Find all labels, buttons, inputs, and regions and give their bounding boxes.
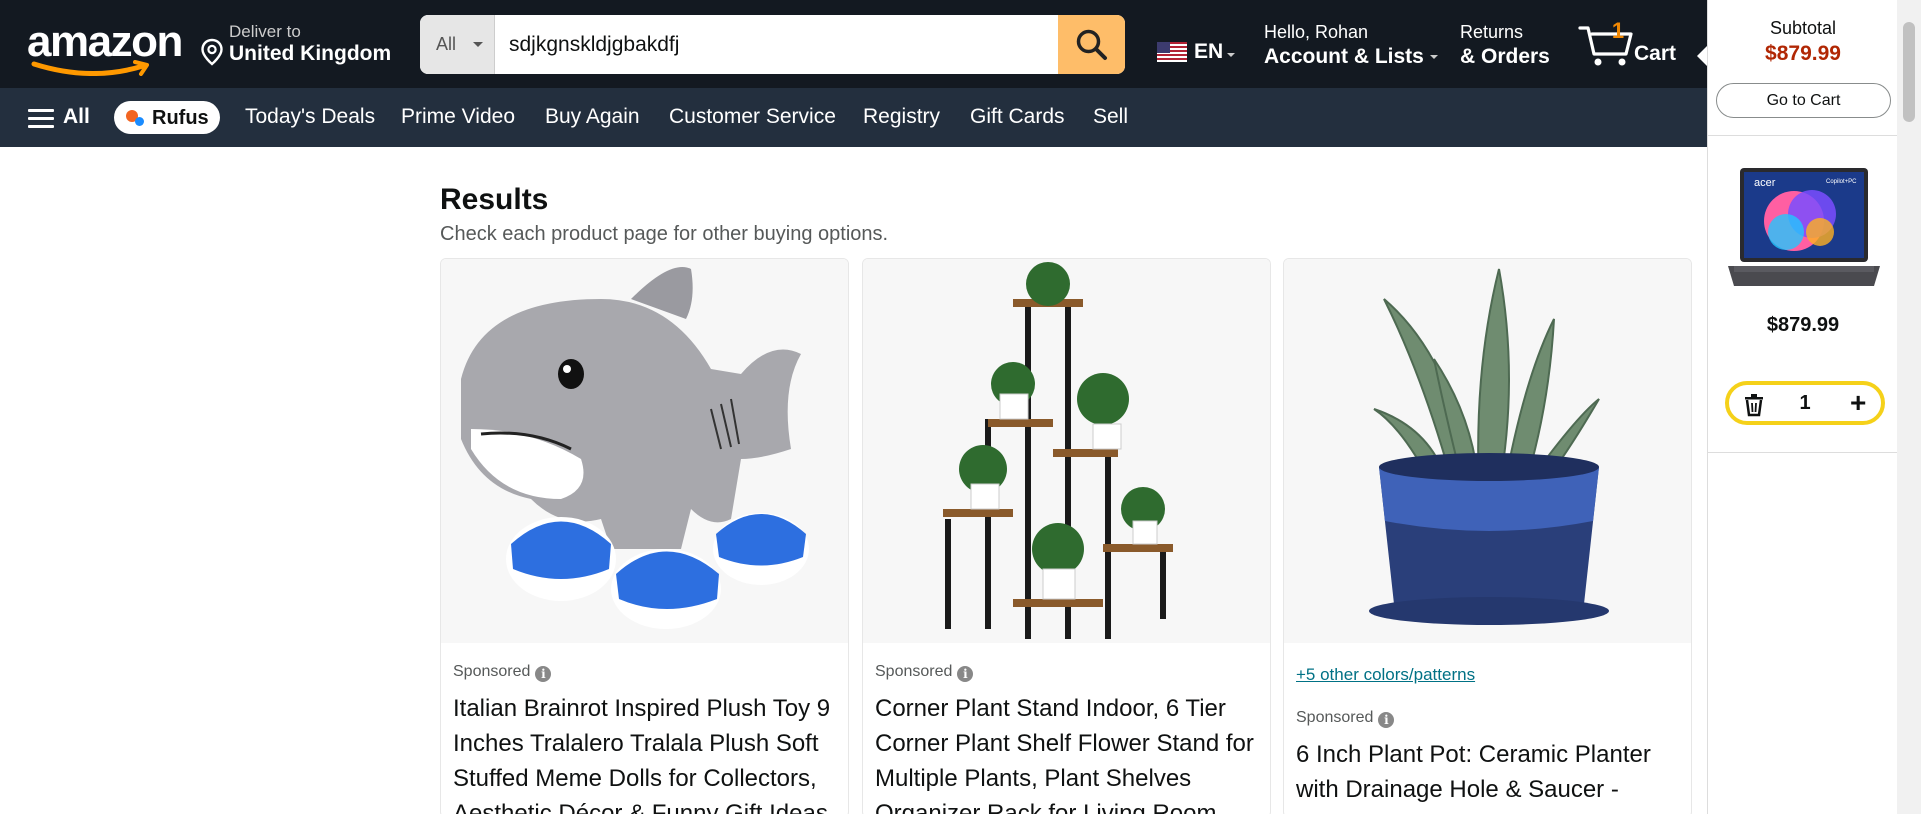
- scrollbar-thumb[interactable]: [1903, 22, 1915, 122]
- laptop-brand: acer: [1754, 177, 1776, 189]
- account-greeting: Hello, Rohan: [1264, 22, 1369, 42]
- cart-item-price: $879.99: [1766, 314, 1840, 336]
- orders-label: & Orders: [1460, 45, 1550, 68]
- subtotal-label: Subtotal: [1769, 18, 1837, 38]
- laptop-badge: Copilot+PC: [1826, 179, 1857, 185]
- plant-stand-image: [863, 259, 1270, 643]
- search-category-label: All: [436, 34, 457, 54]
- laptop-image: acer Copilot+PC: [1728, 168, 1880, 286]
- product-title[interactable]: Corner Plant Stand Indoor, 6 Tier Corner…: [875, 691, 1265, 814]
- deliver-country: United Kingdom: [229, 42, 392, 65]
- results-heading: Results: [440, 183, 549, 216]
- shark-plush-image: [441, 259, 848, 643]
- sponsored-text: Sponsored: [875, 663, 953, 680]
- other-colors-link[interactable]: +5 other colors/patterns: [1296, 665, 1475, 685]
- chevron-down-icon: [473, 42, 483, 47]
- hamburger-icon: [28, 109, 54, 129]
- plant-pot-image: [1284, 259, 1691, 643]
- cart-count: 1: [1611, 18, 1625, 43]
- rufus-label: Rufus: [152, 107, 209, 129]
- nav-buy-again[interactable]: Buy Again: [545, 105, 640, 129]
- product-title[interactable]: Italian Brainrot Inspired Plush Toy 9 In…: [453, 691, 843, 814]
- go-to-cart-button[interactable]: Go to Cart: [1716, 83, 1891, 118]
- product-card: +5 other colors/patterns Sponsored i 6 In…: [1283, 258, 1692, 814]
- cart-label: Cart: [1634, 42, 1677, 65]
- search-icon: [1076, 29, 1107, 60]
- account-lists-label: Account & Lists: [1264, 45, 1424, 68]
- subtotal-value: $879.99: [1765, 42, 1841, 65]
- chevron-down-icon: [1429, 55, 1438, 60]
- sponsored-label: Sponsored i: [1296, 709, 1395, 728]
- deliver-label: Deliver to: [229, 22, 301, 41]
- rufus-button[interactable]: Rufus: [114, 101, 220, 134]
- quantity-stepper: 1 +: [1725, 381, 1885, 425]
- account-menu[interactable]: Hello, Rohan Account & Lists: [1264, 22, 1438, 69]
- us-flag-icon: [1157, 42, 1187, 62]
- nav-todays-deals[interactable]: Today's Deals: [245, 105, 375, 129]
- location-pin-icon: [201, 38, 223, 66]
- flyout-pointer: [1697, 46, 1707, 66]
- search-bar: All: [420, 15, 1125, 74]
- cart-item-image-laptop[interactable]: acer Copilot+PC: [1724, 166, 1884, 296]
- cart-button[interactable]: 1 Cart: [1578, 18, 1693, 73]
- info-icon[interactable]: i: [1378, 712, 1395, 728]
- divider: [1708, 452, 1898, 453]
- returns-orders[interactable]: Returns & Orders: [1460, 22, 1550, 69]
- results-subtitle: Check each product page for other buying…: [440, 223, 889, 245]
- product-image-plant-stand[interactable]: [863, 259, 1270, 643]
- search-input[interactable]: [495, 15, 1055, 74]
- sponsored-text: Sponsored: [453, 663, 531, 680]
- all-menu-label: All: [63, 105, 90, 128]
- search-category-dropdown[interactable]: All: [420, 15, 495, 74]
- nav-customer-service[interactable]: Customer Service: [669, 105, 836, 129]
- smile-arrow-icon: [31, 60, 149, 76]
- sponsored-label: Sponsored i: [875, 663, 974, 682]
- sponsored-label: Sponsored i: [453, 663, 552, 682]
- info-icon[interactable]: i: [535, 666, 552, 682]
- logo-text: amazon: [27, 17, 183, 66]
- plus-icon: +: [1850, 387, 1867, 418]
- page-scrollbar[interactable]: [1897, 0, 1921, 814]
- divider: [1708, 135, 1898, 136]
- amazon-logo[interactable]: amazon: [27, 17, 183, 78]
- product-image-plant-pot[interactable]: [1284, 259, 1691, 643]
- language-label: EN: [1194, 40, 1224, 63]
- secondary-nav: All Rufus Today's Deals Prime Video Buy …: [0, 88, 1707, 147]
- nav-registry[interactable]: Registry: [863, 105, 940, 129]
- product-image-shark-plush[interactable]: [441, 259, 848, 643]
- search-button[interactable]: [1058, 15, 1125, 74]
- info-icon[interactable]: i: [957, 666, 974, 682]
- rufus-logo-dot: [135, 117, 144, 126]
- chevron-down-icon: [1227, 53, 1235, 57]
- top-nav: amazon Deliver to United Kingdom All sdj…: [0, 0, 1707, 88]
- increase-quantity-button[interactable]: +: [1850, 387, 1866, 419]
- product-title[interactable]: 6 Inch Plant Pot: Ceramic Planter with D…: [1296, 737, 1686, 807]
- product-card: Sponsored i Corner Plant Stand Indoor, 6 …: [862, 258, 1271, 814]
- sponsored-text: Sponsored: [1296, 709, 1374, 726]
- returns-label: Returns: [1460, 22, 1524, 42]
- nav-sell[interactable]: Sell: [1093, 105, 1128, 129]
- cart-flyout: Subtotal $879.99 Go to Cart acer Copilot…: [1707, 0, 1898, 814]
- nav-gift-cards[interactable]: Gift Cards: [970, 105, 1065, 129]
- product-card: Sponsored i Italian Brainrot Inspired Plu…: [440, 258, 849, 814]
- nav-prime-video[interactable]: Prime Video: [401, 105, 515, 129]
